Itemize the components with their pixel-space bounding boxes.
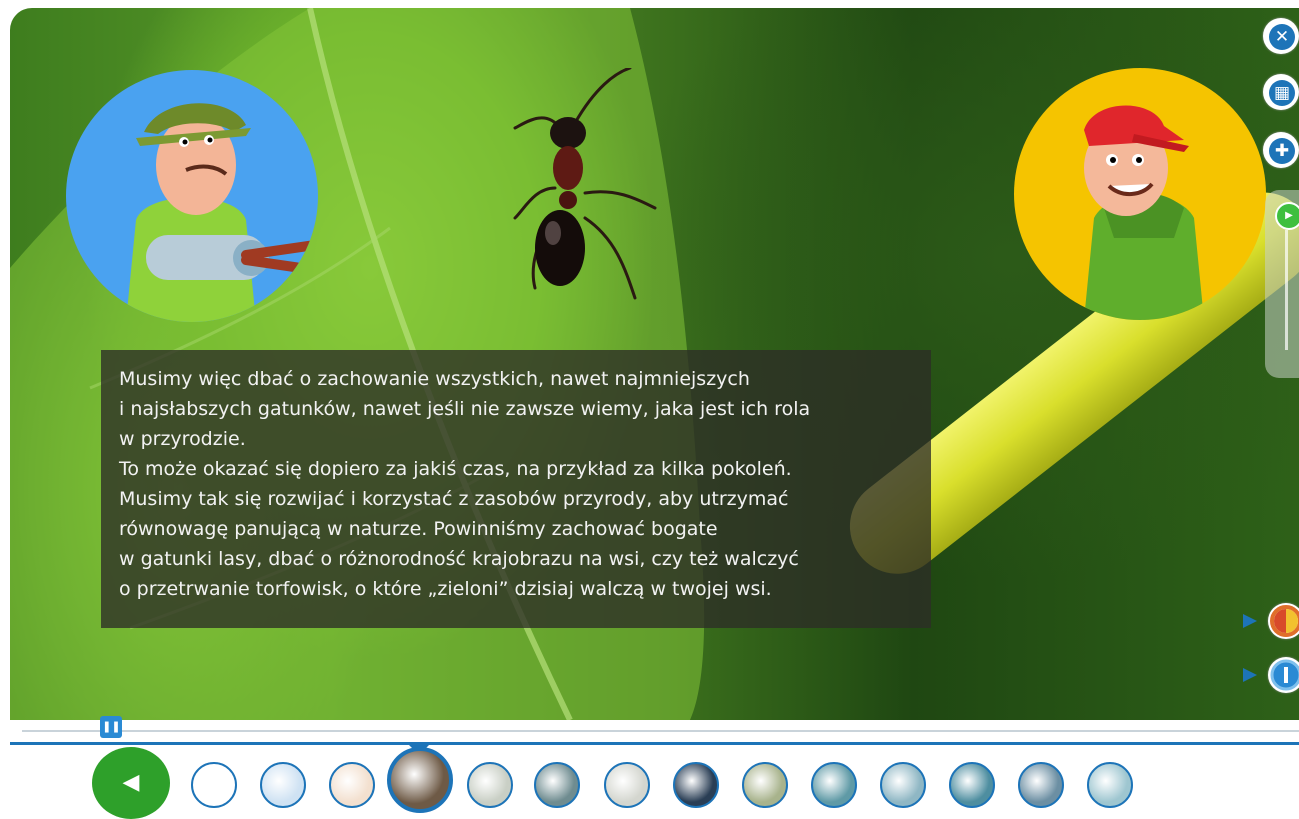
pointer-arrow-icon xyxy=(1243,668,1257,682)
slide-thumb-8[interactable] xyxy=(673,762,719,808)
info-button[interactable] xyxy=(1268,657,1299,693)
slide-thumb-4[interactable] xyxy=(387,747,453,813)
scene-stage: Musimy więc dbać o zachowanie wszystkich… xyxy=(10,8,1299,720)
navigation-bar: ◀ xyxy=(0,745,1299,819)
color-wheel-icon xyxy=(1270,605,1299,637)
boy-character-icon xyxy=(1084,105,1204,320)
close-icon: ✕ xyxy=(1269,24,1295,50)
pause-icon[interactable]: ❚❚ xyxy=(100,716,123,738)
volume-track xyxy=(1285,230,1288,350)
slide-thumb-11[interactable] xyxy=(880,762,926,808)
info-icon xyxy=(1270,659,1299,691)
triangle-left-icon: ◀ xyxy=(122,770,140,795)
progress-track xyxy=(22,730,1299,732)
narration-text: Musimy więc dbać o zachowanie wszystkich… xyxy=(119,368,811,600)
slide-thumb-7[interactable] xyxy=(604,762,650,808)
table-icon: ▦ xyxy=(1269,80,1295,106)
narration-box: Musimy więc dbać o zachowanie wszystkich… xyxy=(101,350,931,628)
slide-thumb-3[interactable] xyxy=(329,762,375,808)
table-button[interactable]: ▦ xyxy=(1263,74,1299,110)
slide-thumb-2[interactable] xyxy=(260,762,306,808)
slide-thumb-14[interactable] xyxy=(1087,762,1133,808)
slide-thumb-5[interactable] xyxy=(467,762,513,808)
slide-thumb-13[interactable] xyxy=(1018,762,1064,808)
pointer-arrow-icon xyxy=(1243,614,1257,628)
first-aid-icon: ✚ xyxy=(1269,138,1295,164)
ranger-avatar xyxy=(66,70,318,322)
ranger-character-icon xyxy=(126,103,318,322)
first-aid-button[interactable]: ✚ xyxy=(1263,132,1299,168)
ant-image xyxy=(513,68,657,300)
slide-thumb-12[interactable] xyxy=(949,762,995,808)
color-wheel-button[interactable] xyxy=(1268,603,1299,639)
slide-thumb-6[interactable] xyxy=(534,762,580,808)
slide-thumb-10[interactable] xyxy=(811,762,857,808)
slide-thumb-1[interactable] xyxy=(191,762,237,808)
playback-progress-bar[interactable]: ❚❚ xyxy=(10,716,1299,745)
close-button[interactable]: ✕ xyxy=(1263,18,1299,54)
volume-icon[interactable]: ▶ xyxy=(1275,202,1299,230)
volume-slider[interactable]: ▶ xyxy=(1265,190,1299,378)
back-button[interactable]: ◀ xyxy=(92,747,170,819)
slide-thumb-9[interactable] xyxy=(742,762,788,808)
boy-avatar xyxy=(1014,68,1266,320)
